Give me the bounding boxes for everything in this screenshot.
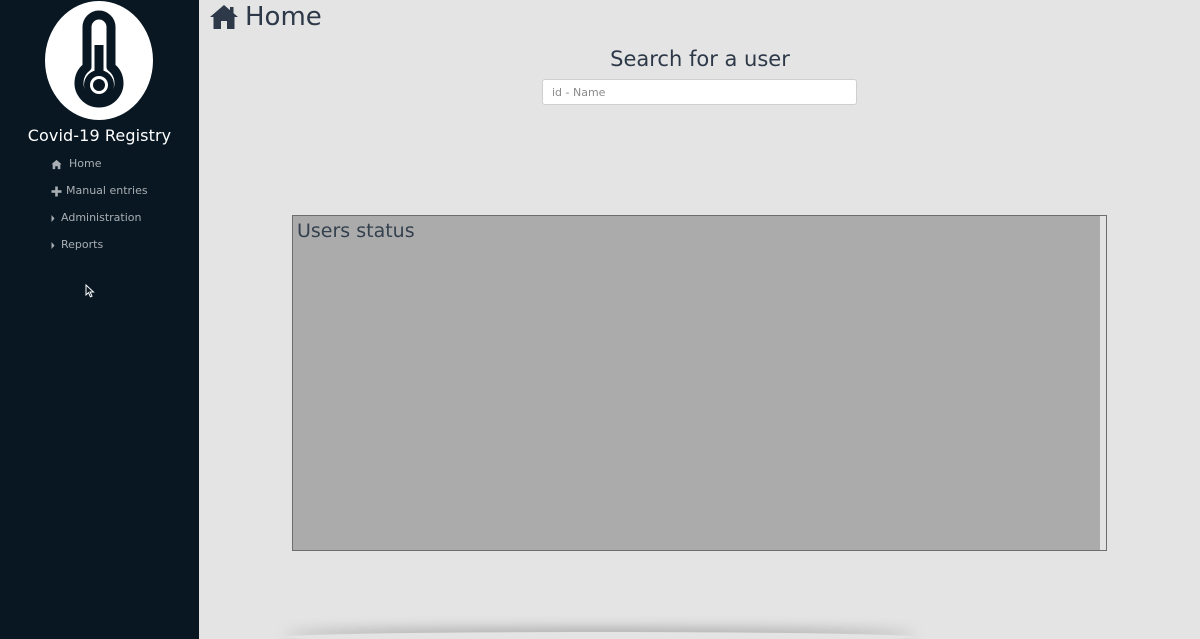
sidebar-item-label: Reports xyxy=(61,238,104,251)
sidebar-item-reports[interactable]: Reports xyxy=(0,235,199,262)
search-heading: Search for a user xyxy=(610,47,790,71)
sidebar: Covid-19 Registry Home Manual entries Ad… xyxy=(0,0,199,639)
sidebar-item-label: Home xyxy=(69,157,102,170)
page-title: Home xyxy=(245,2,322,32)
panel-scrollbar[interactable] xyxy=(1100,216,1106,550)
users-status-title: Users status xyxy=(297,220,415,242)
sidebar-item-home[interactable]: Home xyxy=(0,154,199,181)
sidebar-nav: Home Manual entries Administration Repor… xyxy=(0,154,199,262)
users-status-panel: Users status xyxy=(292,215,1107,551)
app-brand-title[interactable]: Covid-19 Registry xyxy=(0,126,199,145)
mouse-cursor-icon xyxy=(85,284,95,298)
plus-icon xyxy=(51,186,62,197)
home-icon xyxy=(51,159,62,170)
user-search-input[interactable] xyxy=(542,79,857,105)
sidebar-item-administration[interactable]: Administration xyxy=(0,208,199,235)
app-logo[interactable] xyxy=(45,1,153,120)
caret-right-icon xyxy=(51,215,55,222)
sidebar-item-label: Manual entries xyxy=(66,184,148,197)
sidebar-item-label: Administration xyxy=(61,211,142,224)
sidebar-item-manual-entries[interactable]: Manual entries xyxy=(0,181,199,208)
caret-right-icon xyxy=(51,242,55,249)
home-icon xyxy=(210,5,238,29)
thermometer-icon xyxy=(74,10,124,108)
bottom-shadow-decoration xyxy=(285,632,915,639)
